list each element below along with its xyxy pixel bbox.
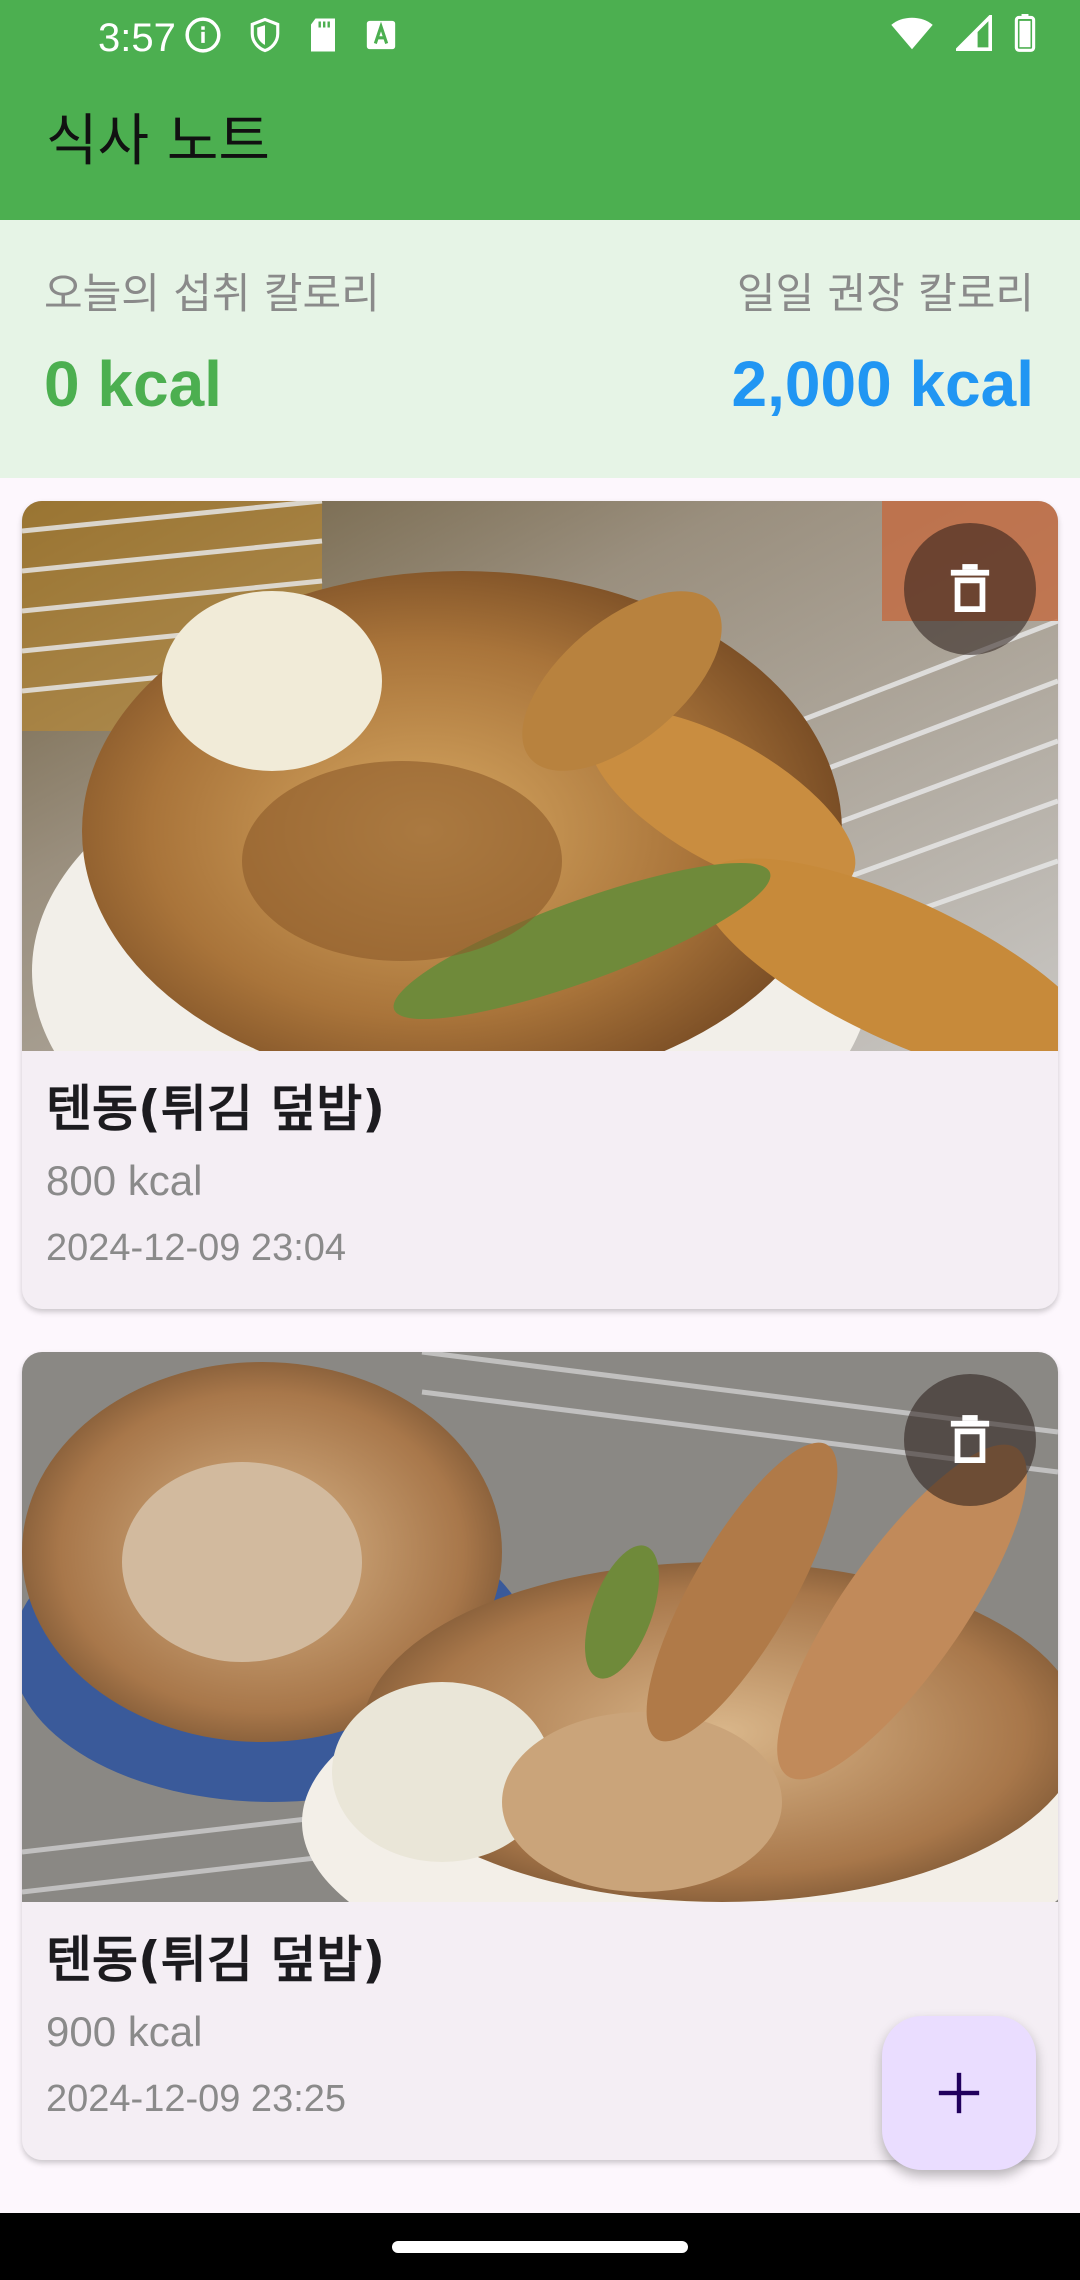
navigation-bar bbox=[0, 2213, 1080, 2280]
status-icons-right bbox=[890, 14, 1036, 52]
info-icon bbox=[185, 17, 221, 53]
app-bar: 3:57 식사 노트 bbox=[0, 0, 1080, 220]
today-calories-label: 오늘의 섭취 칼로리 bbox=[44, 269, 380, 318]
meal-card[interactable]: 텐동(튀김 덮밥) 800 kcal 2024-12-09 23:04 bbox=[22, 501, 1058, 1309]
trash-icon bbox=[950, 1415, 990, 1463]
meal-photo bbox=[22, 1352, 1058, 1902]
today-calories-value: 0 kcal bbox=[44, 348, 222, 420]
meal-details: 텐동(튀김 덮밥) 800 kcal 2024-12-09 23:04 bbox=[46, 1075, 1034, 1273]
wifi-icon bbox=[891, 17, 933, 50]
delete-button[interactable] bbox=[904, 523, 1036, 655]
shield-icon bbox=[250, 17, 280, 53]
recommended-calories-label: 일일 권장 칼로리 bbox=[736, 269, 1034, 318]
text-a-icon bbox=[366, 20, 396, 50]
recommended-calories-value: 2,000 kcal bbox=[731, 348, 1035, 420]
meal-photo bbox=[22, 501, 1058, 1051]
sd-card-icon bbox=[311, 18, 335, 52]
plus-icon bbox=[938, 2072, 980, 2114]
app-screen: 3:57 식사 노트 오늘의 섭취 칼로리 0 kcal 일일 권장 칼로리 2… bbox=[0, 0, 1080, 2280]
meal-list[interactable]: 텐동(튀김 덮밥) 800 kcal 2024-12-09 23:04 텐동(튀… bbox=[0, 478, 1080, 2213]
meal-name: 텐동(튀김 덮밥) bbox=[46, 1931, 386, 1989]
calorie-summary: 오늘의 섭취 칼로리 0 kcal 일일 권장 칼로리 2,000 kcal bbox=[0, 220, 1080, 478]
battery-icon bbox=[1014, 14, 1036, 52]
meal-datetime: 2024-12-09 23:04 bbox=[46, 1227, 347, 1269]
delete-button[interactable] bbox=[904, 1374, 1036, 1506]
meal-name: 텐동(튀김 덮밥) bbox=[46, 1080, 386, 1138]
meal-calories: 800 kcal bbox=[46, 1157, 203, 1204]
trash-icon bbox=[950, 564, 990, 612]
status-icons-left bbox=[184, 16, 398, 54]
page-title: 식사 노트 bbox=[46, 109, 270, 174]
recommended-calories: 일일 권장 칼로리 2,000 kcal bbox=[732, 266, 1035, 420]
today-calories: 오늘의 섭취 칼로리 0 kcal bbox=[44, 266, 380, 420]
add-meal-button[interactable] bbox=[882, 2016, 1036, 2170]
cell-signal-icon bbox=[956, 15, 992, 51]
home-gesture-handle[interactable] bbox=[392, 2241, 688, 2253]
status-time: 3:57 bbox=[98, 16, 176, 60]
